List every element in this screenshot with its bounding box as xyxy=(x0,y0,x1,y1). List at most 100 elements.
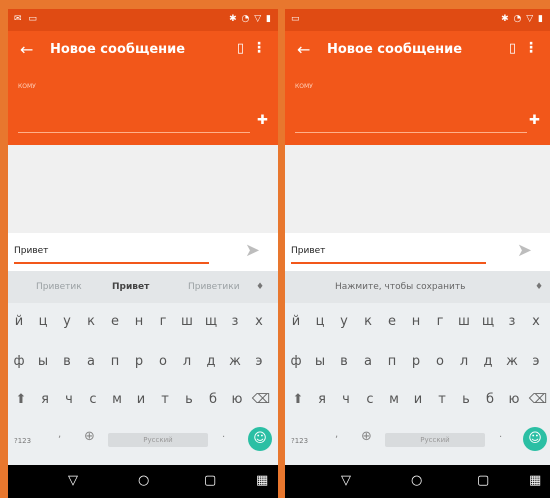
key[interactable]: ц xyxy=(309,303,331,341)
back-nav-icon[interactable]: ▽ xyxy=(68,473,78,488)
suggestion-1[interactable]: Приветик xyxy=(36,282,82,292)
recipient-input[interactable] xyxy=(295,132,527,133)
back-arrow-icon[interactable]: ← xyxy=(20,40,33,59)
more-menu-icon[interactable]: ⋮ xyxy=(524,40,538,56)
key[interactable]: ф xyxy=(285,343,307,381)
key[interactable]: и xyxy=(130,381,152,419)
shift-icon[interactable]: ⬆ xyxy=(287,381,309,419)
key[interactable]: д xyxy=(477,343,499,381)
key[interactable]: у xyxy=(333,303,355,341)
key[interactable]: э xyxy=(525,343,547,381)
recipient-input[interactable] xyxy=(18,132,250,133)
emoji-icon[interactable]: ☺ xyxy=(248,427,272,451)
message-input[interactable]: Привет xyxy=(14,246,48,256)
key[interactable]: э xyxy=(248,343,270,381)
key[interactable]: р xyxy=(128,343,150,381)
key[interactable]: к xyxy=(357,303,379,341)
key[interactable]: ф xyxy=(8,343,30,381)
key[interactable]: т xyxy=(154,381,176,419)
suggestion-2[interactable]: Привет xyxy=(112,282,149,292)
key[interactable]: ч xyxy=(335,381,357,419)
attach-icon[interactable]: ▯ xyxy=(509,41,516,56)
key[interactable]: ж xyxy=(501,343,523,381)
key[interactable]: и xyxy=(407,381,429,419)
key[interactable]: е xyxy=(104,303,126,341)
key[interactable]: п xyxy=(381,343,403,381)
key[interactable]: щ xyxy=(200,303,222,341)
key[interactable]: ю xyxy=(503,381,525,419)
symbols-key[interactable]: ?123 xyxy=(14,437,31,445)
save-word-hint[interactable]: Нажмите, чтобы сохранить xyxy=(335,282,465,292)
key[interactable]: ч xyxy=(58,381,80,419)
home-nav-icon[interactable]: ○ xyxy=(411,473,422,488)
key[interactable]: я xyxy=(34,381,56,419)
key[interactable]: с xyxy=(82,381,104,419)
key[interactable]: к xyxy=(80,303,102,341)
key[interactable]: о xyxy=(152,343,174,381)
back-arrow-icon[interactable]: ← xyxy=(297,40,310,59)
key[interactable]: п xyxy=(104,343,126,381)
mic-icon[interactable]: ♦ xyxy=(256,282,264,292)
key[interactable]: г xyxy=(152,303,174,341)
backspace-icon[interactable]: ⌫ xyxy=(250,381,272,419)
key[interactable]: х xyxy=(248,303,270,341)
attach-icon[interactable]: ▯ xyxy=(237,41,244,56)
key[interactable]: у xyxy=(56,303,78,341)
keyboard-switch-icon[interactable]: ▦ xyxy=(529,473,541,488)
recents-nav-icon[interactable]: ▢ xyxy=(477,473,489,488)
space-key[interactable]: Русский xyxy=(108,433,208,447)
key[interactable]: м xyxy=(106,381,128,419)
key[interactable]: а xyxy=(80,343,102,381)
key[interactable]: ж xyxy=(224,343,246,381)
period-key[interactable]: . xyxy=(499,429,502,440)
key[interactable]: з xyxy=(224,303,246,341)
mic-icon[interactable]: ♦ xyxy=(535,282,543,292)
key[interactable]: х xyxy=(525,303,547,341)
keyboard-switch-icon[interactable]: ▦ xyxy=(256,473,268,488)
symbols-key[interactable]: ?123 xyxy=(291,437,308,445)
key[interactable]: г xyxy=(429,303,451,341)
key[interactable]: м xyxy=(383,381,405,419)
key[interactable]: д xyxy=(200,343,222,381)
key[interactable]: т xyxy=(431,381,453,419)
key[interactable]: ь xyxy=(178,381,200,419)
emoji-icon[interactable]: ☺ xyxy=(523,427,547,451)
key[interactable]: ш xyxy=(176,303,198,341)
key[interactable]: щ xyxy=(477,303,499,341)
more-menu-icon[interactable]: ⋮ xyxy=(252,40,266,56)
home-nav-icon[interactable]: ○ xyxy=(138,473,149,488)
key[interactable]: ш xyxy=(453,303,475,341)
key[interactable]: ь xyxy=(455,381,477,419)
globe-icon[interactable]: ⊕ xyxy=(84,429,95,444)
key[interactable]: ц xyxy=(32,303,54,341)
backspace-icon[interactable]: ⌫ xyxy=(527,381,549,419)
key[interactable]: р xyxy=(405,343,427,381)
key[interactable]: б xyxy=(202,381,224,419)
key[interactable]: ы xyxy=(32,343,54,381)
key[interactable]: а xyxy=(357,343,379,381)
key[interactable]: л xyxy=(453,343,475,381)
space-key[interactable]: Русский xyxy=(385,433,485,447)
key[interactable]: з xyxy=(501,303,523,341)
suggestion-3[interactable]: Приветики xyxy=(188,282,240,292)
shift-icon[interactable]: ⬆ xyxy=(10,381,32,419)
globe-icon[interactable]: ⊕ xyxy=(361,429,372,444)
key[interactable]: б xyxy=(479,381,501,419)
send-icon[interactable]: ➤ xyxy=(517,240,532,261)
key[interactable]: ы xyxy=(309,343,331,381)
comma-key[interactable]: , xyxy=(335,429,338,440)
back-nav-icon[interactable]: ▽ xyxy=(341,473,351,488)
key[interactable]: я xyxy=(311,381,333,419)
key[interactable]: е xyxy=(381,303,403,341)
add-contact-icon[interactable]: ✚ xyxy=(529,113,540,128)
key[interactable]: н xyxy=(128,303,150,341)
key[interactable]: в xyxy=(333,343,355,381)
key[interactable]: о xyxy=(429,343,451,381)
key[interactable]: й xyxy=(8,303,30,341)
comma-key[interactable]: , xyxy=(58,429,61,440)
key[interactable]: н xyxy=(405,303,427,341)
message-input[interactable]: Привет xyxy=(291,246,325,256)
key[interactable]: й xyxy=(285,303,307,341)
period-key[interactable]: . xyxy=(222,429,225,440)
add-contact-icon[interactable]: ✚ xyxy=(257,113,268,128)
